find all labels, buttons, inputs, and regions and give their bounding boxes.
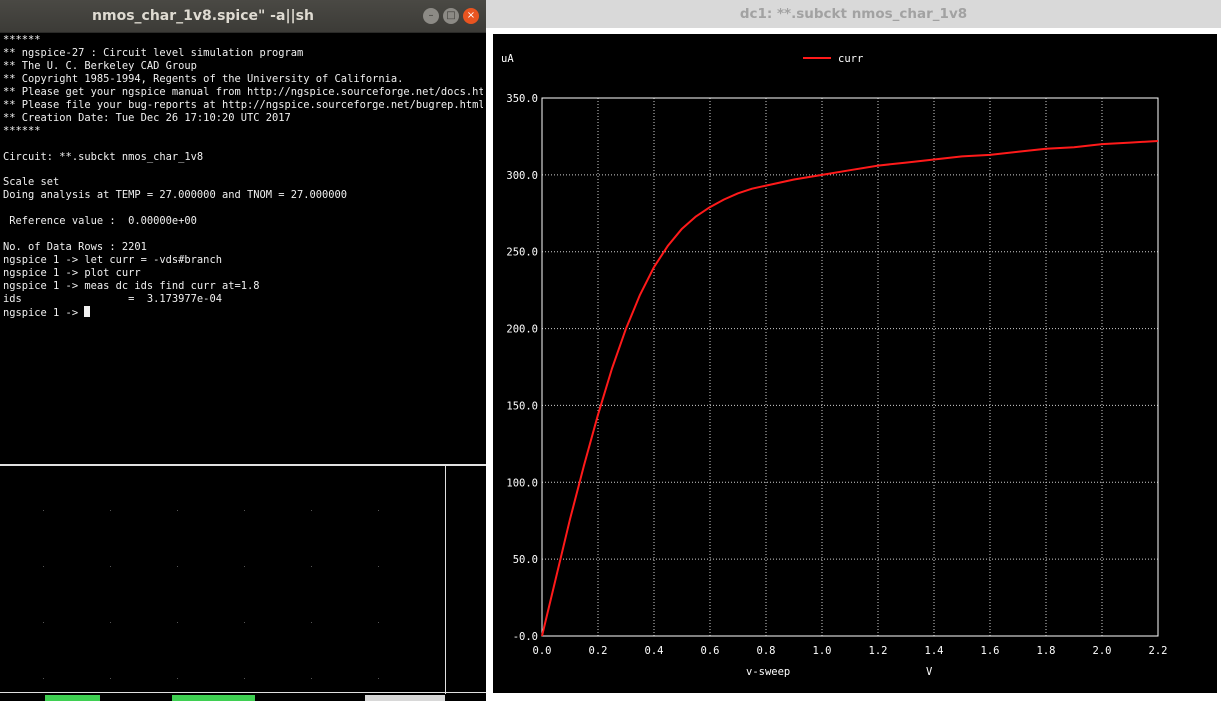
x-axis-unit: V	[926, 666, 933, 678]
bottom-terminal-pane[interactable]	[0, 466, 445, 692]
grid-dot	[378, 622, 379, 623]
terminal-line: Reference value : 0.00000e+00	[3, 215, 197, 228]
status-bar-divider	[0, 692, 486, 693]
terminal-line: ** Please file your bug-reports at http:…	[3, 98, 483, 111]
minimize-button[interactable]: –	[423, 8, 439, 24]
grid-dot	[378, 510, 379, 511]
y-tick-label: -0.0	[513, 631, 538, 643]
grid-dot	[311, 510, 312, 511]
grid-dot	[110, 622, 111, 623]
y-tick-label: 50.0	[513, 554, 538, 566]
grid-dot	[43, 678, 44, 679]
grid-dot	[244, 678, 245, 679]
x-axis-label: v-sweep	[746, 666, 790, 678]
close-button[interactable]: ×	[463, 8, 479, 24]
y-tick-label: 300.0	[506, 170, 538, 182]
plot-titlebar[interactable]: dc1: **.subckt nmos_char_1v8	[486, 0, 1221, 28]
terminal-line: ******	[3, 124, 41, 137]
x-tick-label: 1.2	[869, 645, 888, 657]
plot-frame	[541, 97, 1159, 637]
grid-dot	[177, 566, 178, 567]
terminal-line: ngspice 1 -> let curr = -vds#branch	[3, 254, 222, 267]
terminal-line: ** The U. C. Berkeley CAD Group	[3, 59, 197, 72]
maximize-button[interactable]: □	[443, 8, 459, 24]
grid-dot	[43, 510, 44, 511]
y-axis-label: uA	[501, 53, 514, 65]
x-tick-label: 2.2	[1149, 645, 1168, 657]
grid-dot	[244, 622, 245, 623]
pane-vertical-divider[interactable]	[445, 466, 446, 694]
terminal-line: ** Creation Date: Tue Dec 26 17:10:20 UT…	[3, 111, 291, 124]
grid-dot	[311, 622, 312, 623]
legend-label: curr	[838, 53, 863, 65]
y-tick-label: 200.0	[506, 324, 538, 336]
status-tab[interactable]	[365, 695, 445, 701]
x-tick-label: 2.0	[1093, 645, 1112, 657]
status-tab[interactable]	[45, 695, 100, 701]
grid-dot	[43, 566, 44, 567]
grid-dot	[378, 566, 379, 567]
y-tick-label: 100.0	[506, 477, 538, 489]
grid-dot	[177, 622, 178, 623]
plot-canvas[interactable]: 0.0 0.2 0.4 0.6 0.8 1.0 1.2 1.4 1.6 1.8 2.0 2.2 -0.0…	[493, 34, 1217, 693]
terminal-title: nmos_char_1v8.spice" -a||sh	[92, 8, 314, 24]
x-tick-label: 0.6	[701, 645, 720, 657]
terminal-line: ids = 3.173977e-04	[3, 293, 222, 306]
grid-dot	[110, 510, 111, 511]
y-tick-label: 250.0	[506, 247, 538, 259]
grid-dot	[43, 622, 44, 623]
terminal-titlebar[interactable]: nmos_char_1v8.spice" -a||sh – □ ×	[0, 0, 486, 33]
terminal-line: Circuit: **.subckt nmos_char_1v8	[3, 150, 204, 163]
terminal-line: ngspice 1 -> plot curr	[3, 267, 141, 280]
grid-dot	[110, 566, 111, 567]
terminal-line: Doing analysis at TEMP = 27.000000 and T…	[3, 189, 348, 202]
terminal-output[interactable]: ****** ** ngspice-27 : Circuit level simu…	[3, 34, 483, 462]
terminal-line: ******	[3, 34, 41, 46]
terminal-prompt-line[interactable]: ngspice 1 ->	[3, 306, 483, 320]
grid-dot	[311, 566, 312, 567]
text-cursor	[84, 306, 91, 318]
terminal-line: Scale set	[3, 176, 60, 189]
x-tick-label: 1.6	[981, 645, 1000, 657]
terminal-line: ** ngspice-27 : Circuit level simulation…	[3, 46, 304, 59]
terminal-line: ** Please get your ngspice manual from h…	[3, 85, 483, 98]
x-tick-label: 0.8	[757, 645, 776, 657]
x-tick-label: 0.2	[589, 645, 608, 657]
x-tick-label: 1.0	[813, 645, 832, 657]
terminal-line: ** Copyright 1985-1994, Regents of the U…	[3, 72, 404, 85]
status-tab[interactable]	[172, 695, 255, 701]
plot-window-title: dc1: **.subckt nmos_char_1v8	[739, 6, 968, 22]
x-tick-label: 0.0	[533, 645, 552, 657]
chart-svg: 0.0 0.2 0.4 0.6 0.8 1.0 1.2 1.4 1.6 1.8 2.0 2.2 -0.0…	[501, 53, 1168, 678]
grid-dot	[177, 678, 178, 679]
grid-dot	[311, 678, 312, 679]
terminal-window[interactable]: nmos_char_1v8.spice" -a||sh – □ × ******…	[0, 0, 486, 701]
grid-dot	[177, 510, 178, 511]
y-tick-label: 350.0	[506, 93, 538, 105]
x-tick-label: 1.8	[1037, 645, 1056, 657]
x-tick-label: 1.4	[925, 645, 944, 657]
terminal-line: ngspice 1 -> meas dc ids find curr at=1.…	[3, 280, 260, 293]
terminal-line: No. of Data Rows : 2201	[3, 241, 147, 254]
x-tick-label: 0.4	[645, 645, 664, 657]
series-line-curr	[541, 140, 1159, 637]
y-tick-label: 150.0	[506, 400, 538, 412]
grid-dot	[244, 566, 245, 567]
grid-dot	[378, 678, 379, 679]
grid-dot	[244, 510, 245, 511]
grid-dot	[110, 678, 111, 679]
terminal-prompt: ngspice 1 ->	[3, 307, 85, 320]
